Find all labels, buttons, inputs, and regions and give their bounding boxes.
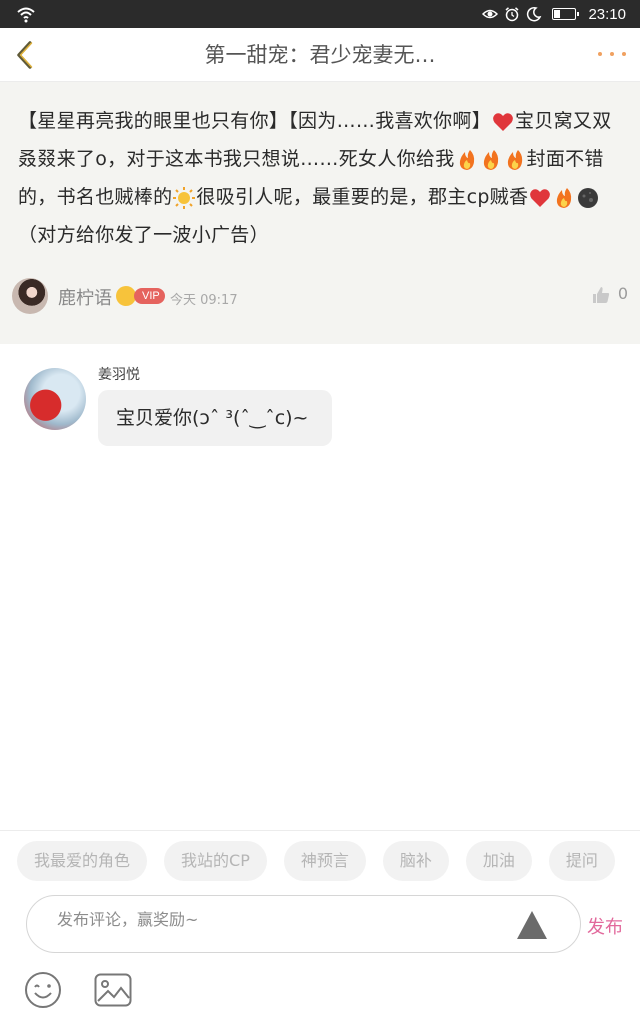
post-timestamp: 今天 09:17 (170, 293, 238, 308)
back-arrow-icon[interactable] (10, 38, 44, 72)
quick-tag[interactable]: 脑补 (382, 841, 449, 881)
author-name[interactable]: 鹿柠语 (58, 284, 112, 310)
comment-composer: 我最爱的角色 我站的CP 神预言 脑补 加油 提问 发布评论，赢奖励~ 发布 (0, 830, 640, 1024)
status-time: 23:10 (588, 5, 626, 23)
fire-icon (483, 149, 498, 170)
more-menu-button[interactable] (598, 44, 626, 64)
wifi-icon (17, 7, 35, 23)
quick-tag-list: 我最爱的角色 我站的CP 神预言 脑补 加油 提问 (17, 841, 640, 883)
dark-moon-icon (578, 187, 599, 208)
author-avatar[interactable] (12, 278, 48, 314)
quick-tag[interactable]: 我最爱的角色 (17, 841, 148, 881)
quick-tag[interactable]: 我站的CP (164, 841, 267, 881)
status-bar: 23:10 (0, 0, 640, 28)
vip-badge: VIP (134, 288, 165, 304)
battery-icon (552, 8, 580, 20)
send-arrow-icon[interactable] (516, 910, 548, 940)
quick-tag[interactable]: 神预言 (283, 841, 366, 881)
image-icon[interactable] (94, 973, 132, 1007)
fire-icon (459, 149, 474, 170)
post-card: 【星星再亮我的眼里也只有你】【因为……我喜欢你啊】 宝贝窝又双叒叕来了o，对于这本… (0, 82, 640, 344)
more-dot-icon (610, 52, 614, 56)
reply-username[interactable]: 姜羽悦 (98, 364, 140, 384)
reply-avatar[interactable] (24, 368, 86, 430)
header: 第一甜宠：君少宠妻无… (0, 28, 640, 82)
post-author-row: 鹿柠语 VIP 今天 09:17 0 (12, 278, 628, 314)
smiley-icon[interactable] (24, 971, 62, 1009)
comment-input[interactable]: 发布评论，赢奖励~ (26, 895, 581, 953)
like-count: 0 (617, 284, 628, 303)
post-text-segment: 很吸引人呢，最重要的是，郡主cp贼香 (196, 186, 529, 208)
post-content: 【星星再亮我的眼里也只有你】【因为……我喜欢你啊】 宝贝窝又双叒叕来了o，对于这本… (18, 102, 626, 254)
crown-icon (116, 286, 136, 306)
post-text-segment: 【星星再亮我的眼里也只有你】【因为……我喜欢你啊】 (18, 110, 492, 132)
moon-icon (527, 6, 542, 22)
page-title: 第一甜宠：君少宠妻无… (204, 43, 436, 67)
sun-icon (173, 186, 196, 209)
more-dot-icon (598, 52, 602, 56)
publish-button[interactable]: 发布 (587, 913, 623, 939)
heart-icon (493, 112, 513, 131)
reply-bubble[interactable]: 宝贝爱你(ɔˆ ³(ˆ‿ˆc)~ (98, 390, 332, 446)
more-dot-icon (622, 52, 626, 56)
quick-tag[interactable]: 提问 (548, 841, 615, 881)
alarm-icon (505, 7, 519, 22)
quick-tag[interactable]: 加油 (465, 841, 532, 881)
eye-icon (482, 9, 499, 19)
comment-placeholder: 发布评论，赢奖励~ (57, 910, 199, 929)
post-text-segment: （对方给你发了一波小广告） (18, 224, 269, 246)
fire-icon (557, 187, 572, 208)
fire-icon (507, 149, 522, 170)
thumbs-up-icon[interactable] (592, 286, 610, 304)
heart-icon (530, 188, 551, 207)
